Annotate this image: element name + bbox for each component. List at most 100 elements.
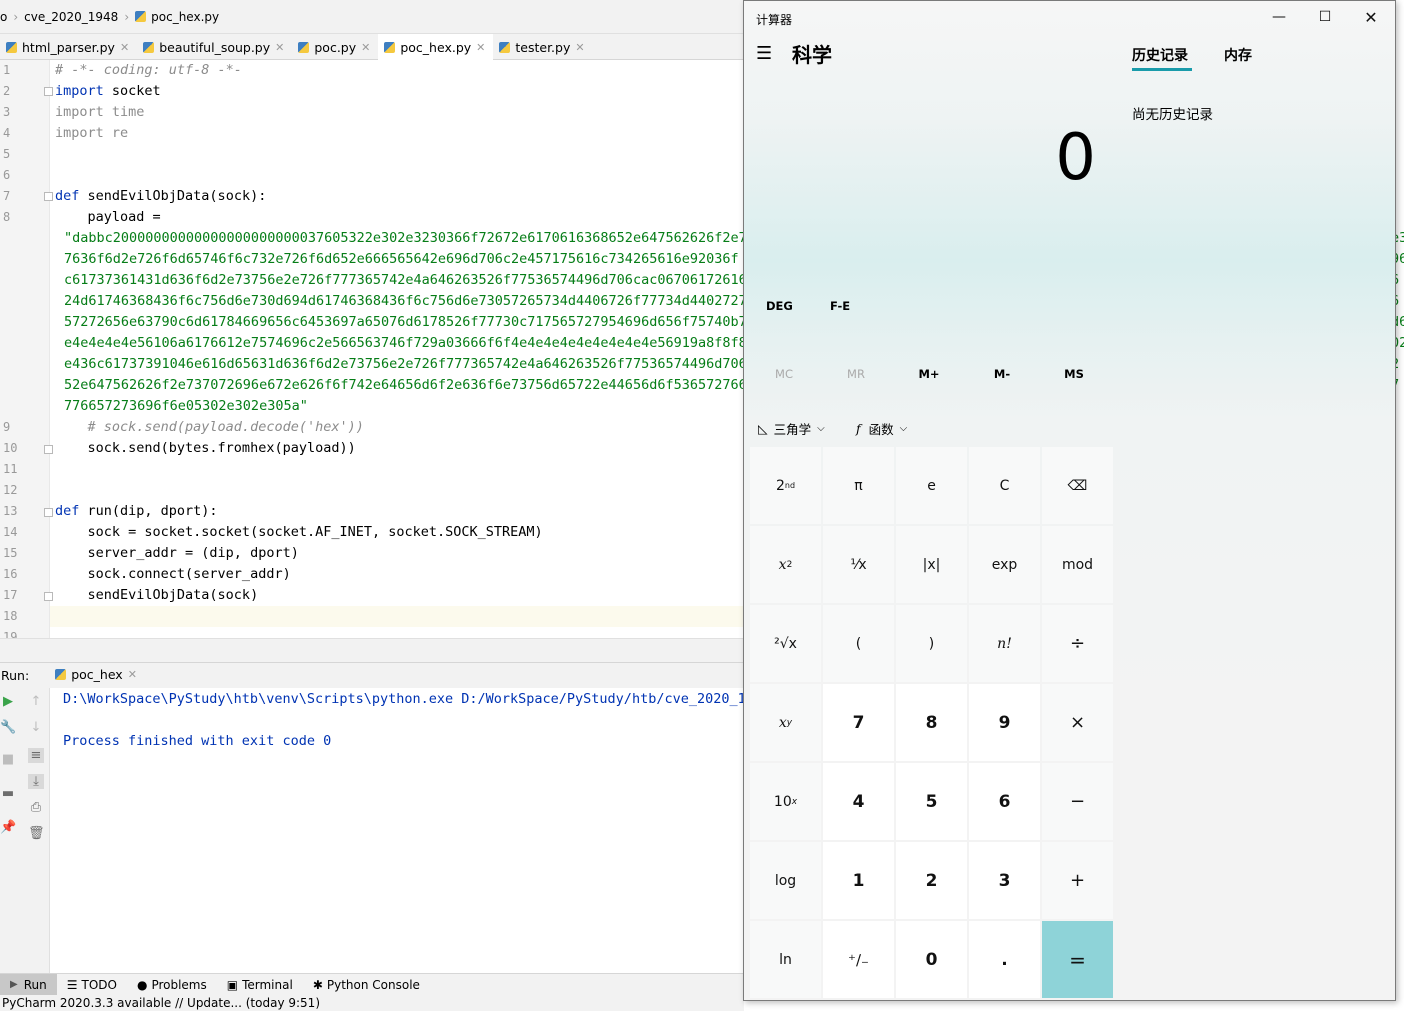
exp-button[interactable]: exp bbox=[969, 526, 1040, 603]
ten-power-button[interactable]: 10 x bbox=[750, 763, 821, 840]
toolwindow-terminal[interactable]: ▣ Terminal bbox=[217, 974, 303, 996]
soft-wrap-icon[interactable]: ≡ bbox=[28, 748, 44, 763]
toolwindow-problems[interactable]: ● Problems bbox=[127, 974, 217, 996]
right-paren-button[interactable]: ) bbox=[896, 605, 967, 682]
tab-poc-hex[interactable]: poc_hex.py ✕ bbox=[378, 34, 494, 63]
divide-button[interactable]: ÷ bbox=[1042, 605, 1113, 682]
close-icon[interactable]: ✕ bbox=[275, 41, 284, 54]
tab-beautiful-soup[interactable]: beautiful_soup.py ✕ bbox=[137, 34, 292, 60]
scroll-to-end-icon[interactable]: ⤓ bbox=[28, 774, 44, 789]
status-bar[interactable]: PyCharm 2020.3.3 available // Update... … bbox=[0, 995, 744, 1011]
digit-4-button[interactable]: 4 bbox=[823, 763, 894, 840]
clear-button[interactable]: C bbox=[969, 447, 1040, 524]
square-root-button[interactable]: ²√x bbox=[750, 605, 821, 682]
print-icon[interactable]: ⎙ bbox=[28, 800, 44, 815]
minimize-button[interactable]: — bbox=[1256, 1, 1302, 33]
rerun-icon[interactable]: ▶ bbox=[0, 694, 16, 709]
mod-button[interactable]: mod bbox=[1042, 526, 1113, 603]
tab-label: tester.py bbox=[515, 39, 571, 55]
second-function-button[interactable]: 2nd bbox=[750, 447, 821, 524]
negate-button[interactable]: ⁺∕₋ bbox=[823, 921, 894, 998]
equals-button[interactable]: = bbox=[1042, 921, 1113, 998]
natural-log-button[interactable]: ln bbox=[750, 921, 821, 998]
close-icon[interactable]: ✕ bbox=[575, 41, 584, 54]
memory-add-button[interactable]: M+ bbox=[899, 367, 959, 381]
maximize-button[interactable]: ☐ bbox=[1302, 1, 1348, 33]
close-icon[interactable]: ✕ bbox=[120, 41, 129, 54]
trash-icon[interactable]: 🗑 bbox=[28, 826, 45, 841]
toolwindow-python-console[interactable]: ✱ Python Console bbox=[303, 974, 430, 996]
memory-recall-button[interactable]: MR bbox=[826, 367, 886, 381]
backspace-button[interactable]: ⌫ bbox=[1042, 447, 1113, 524]
angle-unit-button[interactable]: DEG bbox=[766, 299, 793, 313]
absolute-value-button[interactable]: |x| bbox=[896, 526, 967, 603]
trigonometry-dropdown[interactable]: ◺ 三角学 ⌵ bbox=[758, 419, 825, 438]
fold-icon[interactable] bbox=[44, 592, 53, 601]
layout-icon[interactable]: ▬ bbox=[0, 786, 16, 801]
arrow-up-icon[interactable]: ↑ bbox=[28, 694, 44, 709]
horizontal-scrollbar[interactable] bbox=[0, 638, 744, 662]
pi-button[interactable]: π bbox=[823, 447, 894, 524]
line-number: 10 bbox=[3, 441, 18, 455]
power-button[interactable]: xy bbox=[750, 684, 821, 761]
code-line: payload = bbox=[55, 209, 161, 225]
pin-icon[interactable]: 📌 bbox=[0, 820, 16, 835]
breadcrumb-root[interactable]: o bbox=[0, 10, 7, 24]
tab-memory[interactable]: 内存 bbox=[1224, 45, 1252, 65]
close-icon[interactable]: ✕ bbox=[361, 41, 370, 54]
arrow-down-icon[interactable]: ↓ bbox=[28, 720, 44, 735]
subtract-button[interactable]: − bbox=[1042, 763, 1113, 840]
digit-3-button[interactable]: 3 bbox=[969, 842, 1040, 919]
hex-string-line: 57272656e63790c6d61784669656c6453697a650… bbox=[64, 314, 744, 330]
digit-5-button[interactable]: 5 bbox=[896, 763, 967, 840]
close-button[interactable]: ✕ bbox=[1348, 1, 1394, 33]
python-file-icon bbox=[6, 41, 17, 53]
tab-history[interactable]: 历史记录 bbox=[1132, 45, 1188, 65]
close-icon[interactable]: ✕ bbox=[128, 668, 137, 681]
wrench-icon[interactable]: 🔧 bbox=[0, 720, 16, 735]
stop-icon[interactable]: ■ bbox=[0, 752, 16, 767]
hamburger-menu-icon[interactable]: ☰ bbox=[756, 43, 776, 65]
memory-store-button[interactable]: MS bbox=[1044, 367, 1104, 381]
key-superscript: x bbox=[791, 796, 798, 807]
log-button[interactable]: log bbox=[750, 842, 821, 919]
run-tab-poc-hex[interactable]: poc_hex ✕ bbox=[43, 662, 143, 690]
key-superscript: nd bbox=[784, 481, 796, 490]
reciprocal-button[interactable]: ⅟x bbox=[823, 526, 894, 603]
code-editor[interactable]: 1 2 3 4 5 6 7 8 9 10 11 12 13 14 15 16 1… bbox=[0, 60, 744, 638]
function-dropdown[interactable]: f 函数 ⌵ bbox=[856, 419, 907, 438]
multiply-button[interactable]: × bbox=[1042, 684, 1113, 761]
digit-8-button[interactable]: 8 bbox=[896, 684, 967, 761]
tab-html-parser[interactable]: html_parser.py ✕ bbox=[0, 34, 137, 60]
chevron-down-icon: ⌵ bbox=[817, 423, 825, 434]
memory-clear-button[interactable]: MC bbox=[754, 367, 814, 381]
close-icon[interactable]: ✕ bbox=[476, 41, 485, 54]
square-button[interactable]: x2 bbox=[750, 526, 821, 603]
decimal-point-button[interactable]: . bbox=[969, 921, 1040, 998]
digit-0-button[interactable]: 0 bbox=[896, 921, 967, 998]
tab-tester[interactable]: tester.py ✕ bbox=[493, 34, 592, 60]
toolwindow-label: TODO bbox=[81, 977, 117, 992]
breadcrumb-folder[interactable]: cve_2020_1948 bbox=[24, 10, 118, 24]
toolwindow-todo[interactable]: ☰ TODO bbox=[57, 974, 127, 996]
breadcrumb-file[interactable]: poc_hex.py bbox=[151, 10, 219, 24]
digit-1-button[interactable]: 1 bbox=[823, 842, 894, 919]
console-output[interactable]: D:\WorkSpace\PyStudy\htb\venv\Scripts\py… bbox=[50, 688, 754, 973]
toolwindow-run[interactable]: ▶ Run bbox=[0, 973, 57, 996]
factorial-button[interactable]: n! bbox=[969, 605, 1040, 682]
tab-poc[interactable]: poc.py ✕ bbox=[292, 34, 378, 60]
add-button[interactable]: + bbox=[1042, 842, 1113, 919]
fold-icon[interactable] bbox=[44, 508, 53, 517]
fold-icon[interactable] bbox=[44, 445, 53, 454]
left-paren-button[interactable]: ( bbox=[823, 605, 894, 682]
fixed-exponent-button[interactable]: F-E bbox=[830, 299, 850, 313]
fold-icon[interactable] bbox=[44, 192, 53, 201]
fold-icon[interactable] bbox=[44, 87, 53, 96]
memory-subtract-button[interactable]: M- bbox=[972, 367, 1032, 381]
digit-9-button[interactable]: 9 bbox=[969, 684, 1040, 761]
digit-2-button[interactable]: 2 bbox=[896, 842, 967, 919]
digit-6-button[interactable]: 6 bbox=[969, 763, 1040, 840]
python-file-icon bbox=[143, 41, 155, 53]
digit-7-button[interactable]: 7 bbox=[823, 684, 894, 761]
e-button[interactable]: e bbox=[896, 447, 967, 524]
